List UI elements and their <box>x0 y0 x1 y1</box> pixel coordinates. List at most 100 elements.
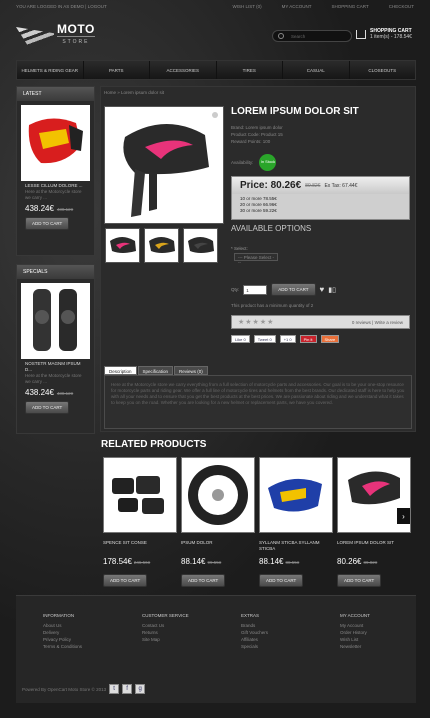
specials-product-image[interactable] <box>21 283 90 359</box>
shopping-cart-link[interactable]: SHOPPING CART <box>332 4 369 9</box>
footer-link[interactable]: Brands <box>241 622 268 629</box>
product-brand[interactable]: Brand: Lorem ipsum dolor <box>231 124 283 131</box>
related-title: RELATED PRODUCTS <box>101 439 207 450</box>
latest-price: 438.24€ 438.12€ <box>25 204 74 213</box>
related-price-3: 88.14€ 88.55€ <box>259 557 300 566</box>
footer-extras: EXTRAS Brands Gift Vouchers Affiliates S… <box>241 613 269 650</box>
discount-30: 30 or more 59.22€ <box>240 208 277 213</box>
latest-product-image[interactable] <box>21 105 90 181</box>
option-select[interactable]: --- Please Select --- <box>234 253 278 265</box>
footer-link[interactable]: Specials <box>241 643 268 650</box>
rating-stars-icon: ★★★★★ <box>238 319 275 326</box>
product-old-price: 89.82€ <box>305 182 321 189</box>
thumb-3[interactable] <box>183 228 218 263</box>
related-name-2[interactable]: IPSUM DOLOR <box>181 540 257 546</box>
latest-panel: LATEST LESSE CILLUM DOLORE ... Here at t… <box>16 86 95 256</box>
related-image-2[interactable] <box>181 457 255 533</box>
related-price-2: 88.14€ 99.55€ <box>181 557 222 566</box>
breadcrumb[interactable]: Home » Lorem ipsum dolor sit <box>100 90 164 95</box>
related-add-to-cart-3[interactable]: ADD TO CART <box>259 574 304 587</box>
checkout-link[interactable]: CHECKOUT <box>389 4 414 9</box>
footer-link[interactable]: About Us <box>43 622 82 629</box>
social-buttons: Like 0 Tweet 0 +1 0 Pin it Share <box>231 335 340 343</box>
top-bar: YOU ARE LOGGED IN AS DEMO | LOGOUT WISH … <box>0 0 430 12</box>
tab-specification[interactable]: Specification <box>137 366 174 375</box>
logo-sub: STORE <box>57 36 95 48</box>
nav-closeouts[interactable]: CLOSEOUTS <box>350 61 416 79</box>
related-price-1: 178.54€ 246.56€ <box>103 557 151 566</box>
specials-title: SPECIALS <box>17 265 94 279</box>
nav-tires[interactable]: TIRES <box>217 61 283 79</box>
latest-product-name[interactable]: LESSE CILLUM DOLORE ... <box>17 181 94 189</box>
footer-link[interactable]: Privacy Policy <box>43 636 82 643</box>
footer-customer-service: CUSTOMER SERVICE Contact Us Returns Site… <box>142 613 189 643</box>
related-add-to-cart-1[interactable]: ADD TO CART <box>103 574 148 587</box>
nav-casual[interactable]: CASUAL <box>283 61 350 79</box>
wishlist-heart-icon[interactable]: ♥ <box>320 285 325 294</box>
thumb-2[interactable] <box>144 228 179 263</box>
facebook-icon[interactable]: f <box>122 684 133 694</box>
footer-link[interactable]: Contact Us <box>142 622 189 629</box>
quantity-input[interactable]: 1 <box>243 284 268 295</box>
gplus-button[interactable]: +1 0 <box>279 335 296 343</box>
footer-link[interactable]: Site Map <box>142 636 189 643</box>
related-price-4: 80.26€ 89.82€ <box>337 557 378 566</box>
main-nav: HELMETS & RIDING GEAR PARTS ACCESSORIES … <box>16 60 416 80</box>
footer-link[interactable]: Returns <box>142 629 189 636</box>
related-name-1[interactable]: SPENCE SIT CONSE <box>103 540 179 546</box>
tab-description[interactable]: Description <box>104 366 137 375</box>
reviews-link[interactable]: 0 reviews | Write a review <box>352 320 403 325</box>
wishlist-link[interactable]: WISH LIST (0) <box>232 4 261 9</box>
description-text: Here at the Motorcycle store we carry ev… <box>104 375 412 429</box>
search-icon[interactable] <box>278 33 284 39</box>
specials-product-name[interactable]: NOSTETR MAGNM IPSUM D... <box>17 359 94 373</box>
facebook-like-button[interactable]: Like 0 <box>231 335 250 343</box>
cart-summary[interactable]: SHOPPING CART 1 item(s) - 178.54€ <box>356 28 412 40</box>
pinterest-button[interactable]: Pin it <box>299 335 317 343</box>
related-name-3[interactable]: SYLLANM STICBA SYLLANM STICBA <box>259 540 335 552</box>
share-button[interactable]: Share <box>320 335 340 343</box>
footer-link[interactable]: My Account <box>340 622 370 629</box>
specials-add-to-cart[interactable]: ADD TO CART <box>25 401 70 414</box>
carousel-next-chevron-icon[interactable]: › <box>397 508 410 524</box>
related-add-to-cart-2[interactable]: ADD TO CART <box>181 574 226 587</box>
related-image-3[interactable] <box>259 457 333 533</box>
my-account-link[interactable]: MY ACCOUNT <box>282 4 312 9</box>
copyright: Powered By OpenCart Moto Store © 2013 t … <box>22 684 146 694</box>
google-plus-icon[interactable]: g <box>135 684 146 694</box>
available-options-title: AVAILABLE OPTIONS <box>231 224 312 233</box>
footer-link[interactable]: Order History <box>340 629 370 636</box>
related-name-4[interactable]: LOREM IPSUM DOLOR SIT <box>337 540 413 546</box>
nav-accessories[interactable]: ACCESSORIES <box>150 61 217 79</box>
footer-my-account: MY ACCOUNT My Account Order History Wish… <box>340 613 370 650</box>
nav-helmets[interactable]: HELMETS & RIDING GEAR <box>17 61 84 79</box>
related-add-to-cart-4[interactable]: ADD TO CART <box>337 574 382 587</box>
add-to-cart-button[interactable]: ADD TO CART <box>271 283 316 296</box>
footer-link[interactable]: Affiliates <box>241 636 268 643</box>
latest-add-to-cart[interactable]: ADD TO CART <box>25 217 70 230</box>
twitter-icon[interactable]: t <box>109 684 120 694</box>
product-title: LOREM IPSUM DOLOR SIT <box>231 106 359 117</box>
select-label: * Select: <box>231 246 248 251</box>
latest-product-desc: Here at the Motorcycle store we carry ..… <box>25 189 82 200</box>
search-input[interactable]: Search <box>272 30 352 42</box>
logo[interactable]: MOTO STORE <box>16 22 95 48</box>
quantity-row: Qty: 1 ADD TO CART ♥ ▮▯ <box>231 283 336 296</box>
thumb-1[interactable] <box>105 228 140 263</box>
footer-link[interactable]: Newsletter <box>340 643 370 650</box>
footer-link[interactable]: Delivery <box>43 629 82 636</box>
footer-link[interactable]: Gift Vouchers <box>241 629 268 636</box>
tab-reviews[interactable]: Reviews (0) <box>174 366 208 375</box>
login-status[interactable]: YOU ARE LOGGED IN AS DEMO | LOGOUT <box>16 4 107 9</box>
footer-link[interactable]: Terms & Conditions <box>43 643 82 650</box>
logo-main: MOTO <box>57 22 95 36</box>
compare-icon[interactable]: ▮▯ <box>328 286 336 294</box>
product-tabs: Description Specification Reviews (0) <box>104 366 208 375</box>
related-image-1[interactable] <box>103 457 177 533</box>
nav-parts[interactable]: PARTS <box>84 61 150 79</box>
footer-link[interactable]: Wish List <box>340 636 370 643</box>
product-main-image[interactable] <box>104 106 224 224</box>
tweet-button[interactable]: Tweet 0 <box>253 335 276 343</box>
footer-information: INFORMATION About Us Delivery Privacy Po… <box>43 613 83 650</box>
cart-icon <box>356 30 366 39</box>
